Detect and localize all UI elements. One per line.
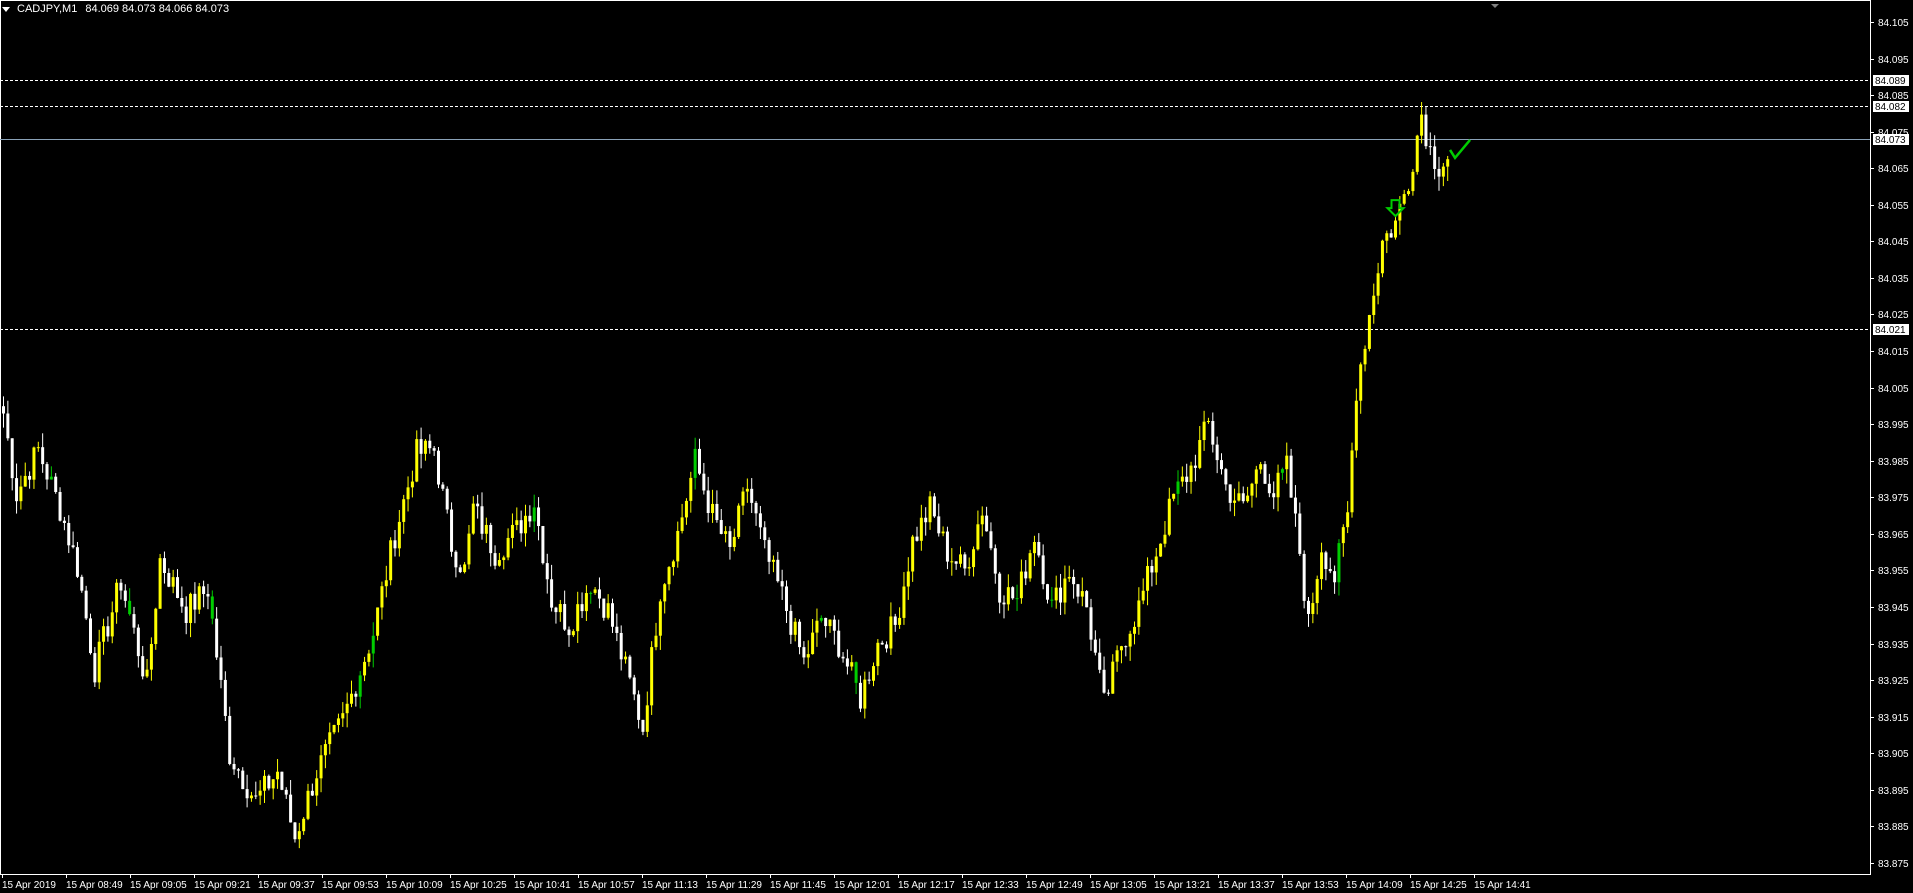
candle (280, 771, 284, 791)
candle (450, 502, 454, 557)
candle (1159, 543, 1163, 557)
price-tick-label: 84.065 (1878, 164, 1909, 175)
time-tick-label: 15 Apr 2019 (2, 880, 56, 891)
candle (1011, 586, 1015, 600)
time-tick-label: 15 Apr 14:41 (1474, 880, 1531, 891)
time-tick-label: 15 Apr 09:21 (194, 880, 251, 891)
price-tick-label: 84.035 (1878, 274, 1909, 285)
candle (1028, 549, 1032, 582)
time-tick-label: 15 Apr 10:09 (386, 880, 443, 891)
price-tick-label: 84.085 (1878, 91, 1909, 102)
price-tick-label: 84.005 (1878, 384, 1909, 395)
symbol-label: CADJPY,M1 (17, 3, 78, 15)
candle (389, 537, 393, 586)
time-tick-label: 15 Apr 14:25 (1410, 880, 1467, 891)
candle (437, 447, 440, 489)
time-tick-label: 15 Apr 12:17 (898, 880, 955, 891)
price-tick-label: 84.105 (1878, 18, 1909, 29)
time-tick-label: 15 Apr 12:49 (1026, 880, 1083, 891)
level-price-tag: 84.021 (1873, 324, 1909, 336)
price-tick-label: 83.915 (1878, 713, 1909, 724)
time-tick-label: 15 Apr 13:53 (1282, 880, 1339, 891)
candle (158, 553, 162, 609)
level-price-label: 84.089 (1875, 76, 1906, 87)
candle (1367, 314, 1371, 352)
candle (445, 486, 449, 514)
price-tick-label: 83.925 (1878, 676, 1909, 687)
time-tick-label: 15 Apr 12:33 (962, 880, 1019, 891)
candle (541, 525, 545, 565)
time-tick-label: 15 Apr 11:13 (642, 880, 698, 891)
price-tick-label: 84.055 (1878, 201, 1909, 212)
candle (602, 598, 606, 621)
candle (932, 493, 936, 518)
candle (628, 654, 632, 680)
time-tick-label: 15 Apr 10:25 (450, 880, 507, 891)
price-tick-label: 84.095 (1878, 55, 1909, 66)
level-price-tag: 84.073 (1873, 134, 1909, 146)
chart-header: CADJPY,M1 84.069 84.073 84.066 84.073 (2, 2, 229, 16)
price-tick-label: 83.975 (1878, 493, 1909, 504)
candle (1415, 134, 1419, 175)
candle (1302, 550, 1306, 609)
candle (267, 774, 271, 791)
time-tick-label: 15 Apr 09:53 (322, 880, 379, 891)
candle (58, 487, 62, 522)
price-tick-label: 83.955 (1878, 566, 1909, 577)
candle (1289, 448, 1293, 498)
price-tick-label: 83.875 (1878, 859, 1909, 870)
time-tick-label: 15 Apr 11:29 (706, 880, 762, 891)
candle (650, 641, 654, 715)
price-tick-label: 83.995 (1878, 420, 1909, 431)
chart-background (0, 0, 1913, 893)
candle (154, 607, 158, 650)
price-tick-label: 83.905 (1878, 749, 1909, 760)
trading-terminal-chart-window[interactable]: 84.105 84.095 84.085 84.075 84.065 84.055 84.0… (0, 0, 1913, 893)
price-tick-label: 83.935 (1878, 640, 1909, 651)
time-tick-label: 15 Apr 09:37 (258, 880, 315, 891)
time-tick-label: 15 Apr 13:37 (1218, 880, 1275, 891)
price-tick-label: 84.015 (1878, 347, 1909, 358)
candle (89, 613, 92, 655)
candle (1380, 239, 1384, 278)
time-tick-label: 15 Apr 10:41 (514, 880, 571, 891)
level-price-label: 84.082 (1875, 102, 1906, 113)
candle (80, 574, 84, 593)
price-tick-label: 83.895 (1878, 786, 1909, 797)
price-tick-label: 84.045 (1878, 237, 1909, 248)
price-tick-label: 84.025 (1878, 310, 1909, 321)
price-tick-label: 83.885 (1878, 822, 1909, 833)
time-tick-label: 15 Apr 08:49 (66, 880, 123, 891)
candle (737, 503, 741, 540)
price-tick-label: 83.965 (1878, 530, 1909, 541)
time-tick-label: 15 Apr 12:01 (834, 880, 891, 891)
candle (376, 607, 380, 641)
time-tick-label: 15 Apr 14:09 (1346, 880, 1403, 891)
price-chart[interactable]: 84.10584.09584.08584.07584.06584.05584.0… (0, 0, 1913, 893)
price-tick-label: 83.985 (1878, 457, 1909, 468)
time-tick-label: 15 Apr 10:57 (578, 880, 635, 891)
ohlc-quotes: 84.069 84.073 84.066 84.073 (85, 3, 230, 15)
level-price-label: 84.021 (1875, 325, 1906, 336)
time-tick-label: 15 Apr 09:05 (130, 880, 187, 891)
candle (1263, 461, 1267, 484)
chart-menu-icon[interactable] (2, 7, 10, 12)
candle (1085, 590, 1089, 608)
level-price-tag: 84.082 (1873, 101, 1909, 113)
candle (197, 582, 201, 614)
level-price-tag: 84.089 (1873, 75, 1909, 87)
time-tick-label: 15 Apr 13:21 (1154, 880, 1211, 891)
candle (1350, 442, 1354, 518)
candle (75, 542, 79, 579)
time-tick-label: 15 Apr 13:05 (1090, 880, 1147, 891)
level-price-label: 84.073 (1875, 135, 1906, 146)
price-tick-label: 83.945 (1878, 603, 1909, 614)
candle (84, 585, 88, 621)
time-tick-label: 15 Apr 11:45 (770, 880, 826, 891)
